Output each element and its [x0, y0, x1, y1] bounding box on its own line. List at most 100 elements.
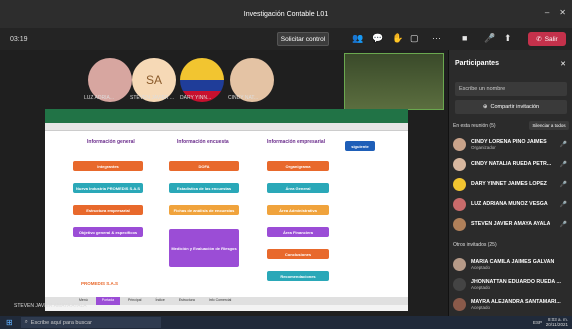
avatar [453, 257, 466, 271]
participant-search-input[interactable]: Escribe un nombre [455, 82, 567, 96]
btn-area-admin[interactable]: Área Administrativa [267, 205, 329, 215]
invitee-row[interactable]: MAYRA ALEJANDRA SANTAMARI... Aceptado [453, 294, 571, 314]
btn-area-financiera[interactable]: Área Financiera [267, 227, 329, 237]
avatar [453, 217, 466, 231]
window-controls: – ✕ [545, 8, 566, 17]
participant-row[interactable]: DARY YINNET JAIMES LOPEZ 🎤 [453, 174, 571, 194]
participant-role: Organizador [471, 144, 496, 150]
sheet-tab[interactable]: Principal [122, 297, 147, 305]
header-business: Información empresarial [267, 139, 326, 145]
leave-button[interactable]: ✆ Salir [528, 32, 566, 46]
btn-promedis[interactable]: Nueva Industria PROMEDIS S.A.S [73, 183, 143, 193]
mic-icon[interactable]: 🎤 [484, 33, 495, 44]
btn-riesgos[interactable]: Medición y Evaluación de Riesgos [169, 229, 239, 267]
avatar [453, 277, 466, 291]
windows-start-icon[interactable]: ⊞ [6, 318, 13, 327]
invitee-name: MARIA CAMILA JAIMES GALVAN [471, 258, 555, 265]
in-meeting-header[interactable]: En esta reunión (5) [453, 123, 496, 129]
invitee-row[interactable]: MARIA CAMILA JAIMES GALVAN Aceptado [453, 254, 571, 274]
mute-all-button[interactable]: Silenciar a todos [529, 121, 569, 130]
company-logo: PROMEDIS S.A.S [81, 281, 119, 286]
close-icon[interactable]: ✕ [559, 8, 566, 17]
participant-name: LUZ ADRIANA MUÑOZ VESGA [471, 201, 548, 207]
btn-area-general[interactable]: Área General [267, 183, 329, 193]
participant-row[interactable]: STEVEN JAVIER AMAYA AYALA 🎤 [453, 214, 571, 234]
participant-name-3: DARY YINN... [180, 95, 212, 101]
request-control-button[interactable]: Solicitar control [277, 32, 329, 46]
add-person-icon: ⊕ [482, 104, 488, 110]
invite-label: Compartir invitación [490, 104, 540, 110]
btn-recomendaciones[interactable]: Recomendaciones [267, 271, 329, 281]
close-panel-icon[interactable]: ✕ [560, 60, 566, 68]
participant-row[interactable]: LUZ ADRIANA MUÑOZ VESGA 🎤 [453, 194, 571, 214]
share-invite-button[interactable]: ⊕ Compartir invitación [455, 100, 567, 114]
btn-conclusiones[interactable]: Conclusiones [267, 249, 329, 259]
more-icon[interactable]: ··· [432, 33, 441, 43]
participant-name-4: CINDY NAT... [228, 95, 259, 101]
sheet-tab[interactable]: Portada [95, 297, 121, 305]
minimize-icon[interactable]: – [545, 8, 549, 17]
taskbar-search[interactable]: ⌕ Escribe aquí para buscar [20, 317, 161, 328]
btn-integrantes[interactable]: Integrantes [73, 161, 143, 171]
excel-ribbon [45, 123, 408, 131]
participant-name: DARY YINNET JAIMES LOPEZ [471, 181, 547, 187]
participant-name: CINDY NATALIA RUEDA PETR... [471, 161, 552, 167]
avatar [453, 137, 466, 151]
search-icon: ⌕ [24, 319, 28, 325]
mic-icon: 🎤 [559, 201, 567, 208]
invitee-status: Aceptado [471, 284, 491, 290]
invitee-status: Aceptado [471, 304, 491, 310]
avatar [453, 297, 466, 311]
participant-name: CINDY LORENA PINO JAIMES [471, 138, 547, 145]
invitee-name: JHONNATTAN EDUARDO RUEDA ... [471, 278, 561, 285]
mic-icon: 🎤 [559, 221, 567, 228]
rooms-icon[interactable]: ▢ [410, 33, 419, 44]
sheet-tab[interactable]: Índice [149, 297, 170, 305]
mic-icon: 🎤 [559, 161, 567, 168]
window-title: Investigación Contable L01 [243, 10, 329, 18]
meeting-toolbar: 03:19 Solicitar control 👥 💬 ✋ ▢ ··· ■ 🎤 … [0, 28, 572, 50]
meeting-stage: SA LUZ ADRIA... STEVEN JAVIER ... DARY Y… [0, 50, 448, 316]
invitee-row[interactable]: JHONNATTAN EDUARDO RUEDA ... Aceptado [453, 274, 571, 294]
btn-dofa[interactable]: DOFA [169, 161, 239, 171]
excel-titlebar [45, 109, 408, 123]
sheet-tab[interactable]: Estructura [173, 297, 201, 305]
sheet-tabs: Menú Portada Principal Índice Estructura… [45, 297, 408, 305]
participant-name: STEVEN JAVIER AMAYA AYALA [471, 221, 551, 227]
taskbar-lang: ESP [532, 320, 542, 325]
participants-panel: Participantes ✕ Escribe un nombre ⊕ Compa… [448, 50, 572, 316]
participant-name-2: STEVEN JAVIER ... [130, 95, 175, 101]
chat-icon[interactable]: 💬 [372, 33, 383, 44]
share-icon[interactable]: ⬆ [504, 33, 512, 44]
btn-estadistica[interactable]: Estadística de las encuestas [169, 183, 239, 193]
leave-label: Salir [544, 35, 558, 43]
camera-icon[interactable]: ■ [462, 33, 467, 43]
btn-objetivos[interactable]: Objetivo general & específicos [73, 227, 143, 237]
sheet-tab[interactable]: Info Comercial [203, 297, 238, 305]
others-header[interactable]: Otros invitados (25) [453, 242, 497, 248]
react-icon[interactable]: ✋ [392, 33, 403, 44]
title-bar: Investigación Contable L01 – ✕ [0, 0, 572, 28]
invitee-status: Aceptado [471, 264, 491, 270]
presenter-video [344, 53, 444, 110]
mic-icon: 🎤 [559, 141, 567, 148]
header-general: Información general [87, 139, 135, 145]
taskbar-search-label: Escribe aquí para buscar [30, 319, 92, 326]
btn-estructura[interactable]: Estructura empresarial [73, 205, 143, 215]
shared-screen: Información general Información encuesta… [45, 109, 408, 311]
meeting-timer: 03:19 [10, 35, 28, 43]
participant-name-1: LUZ ADRIA... [84, 95, 115, 101]
people-icon[interactable]: 👥 [352, 33, 363, 44]
btn-organigrama[interactable]: Organigrama [267, 161, 329, 171]
clock-date: 20/11/2021 [545, 322, 568, 327]
next-button[interactable]: siguiente [345, 141, 375, 151]
avatar [453, 197, 466, 211]
avatar [453, 177, 466, 191]
phone-icon: ✆ [536, 36, 542, 43]
btn-fichas[interactable]: Fichas de análisis de encuestas [169, 205, 239, 215]
panel-title: Participantes [455, 60, 499, 67]
participant-row[interactable]: CINDY NATALIA RUEDA PETR... 🎤 [453, 154, 571, 174]
participant-row[interactable]: CINDY LORENA PINO JAIMES Organizador 🎤 [453, 134, 571, 154]
windows-taskbar: ⊞ ⌕ Escribe aquí para buscar ESP 8:03 a. … [0, 316, 572, 329]
taskbar-clock[interactable]: 8:03 a. m. 20/11/2021 [546, 317, 568, 327]
